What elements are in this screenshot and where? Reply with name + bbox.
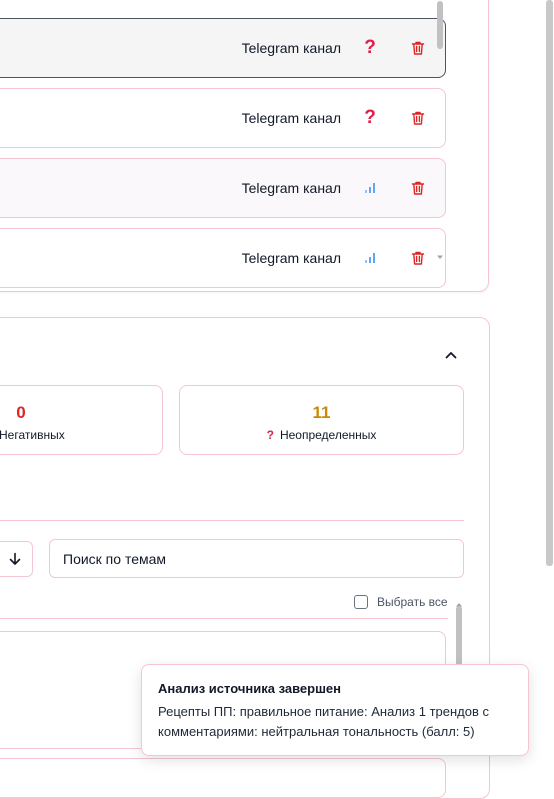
sources-scrollbar-thumb[interactable]: [437, 1, 443, 49]
question-icon: ?: [266, 428, 274, 442]
topics-scrollbar-thumb[interactable]: [456, 606, 462, 666]
page-scrollbar-thumb[interactable]: [546, 0, 553, 566]
scroll-down-arrow[interactable]: [436, 248, 444, 259]
negative-stat-box: 0 Негативных: [0, 385, 163, 455]
source-type-label: Telegram канал: [241, 110, 341, 126]
topic-card[interactable]: [0, 758, 446, 798]
source-row[interactable]: Telegram канал ?: [0, 18, 446, 78]
sources-card: Telegram канал ? Telegram канал ? Telegr…: [0, 0, 489, 292]
undefined-label-wrap: ? Неопределенных: [180, 428, 463, 442]
select-all-label: Выбрать все: [377, 595, 448, 609]
scroll-up-arrow[interactable]: [455, 596, 463, 607]
negative-label: Негативных: [0, 428, 65, 442]
select-all-control[interactable]: Выбрать все: [354, 594, 448, 610]
topic-search-input[interactable]: [49, 539, 464, 578]
question-icon: ?: [364, 107, 376, 128]
sort-button[interactable]: [0, 541, 33, 577]
source-row[interactable]: Telegram канал ?: [0, 88, 446, 148]
source-row[interactable]: Telegram канал: [0, 158, 446, 218]
undefined-label: Неопределенных: [279, 428, 377, 442]
source-type-label: Telegram канал: [241, 40, 341, 56]
toast-body: Рецепты ПП: правильное питание: Анализ 1…: [158, 704, 489, 739]
trash-icon[interactable]: [410, 110, 426, 126]
undefined-count: 11: [312, 403, 331, 422]
section-divider: [0, 520, 464, 521]
toast-title: Анализ источника завершен: [158, 681, 341, 696]
source-type-label: Telegram канал: [241, 250, 341, 266]
question-icon: ?: [364, 37, 376, 58]
negative-count: 0: [16, 403, 26, 422]
notification-toast: Анализ источника завершен Рецепты ПП: пр…: [141, 664, 529, 756]
arrow-down-icon: [9, 552, 21, 565]
trash-icon[interactable]: [410, 250, 426, 266]
source-type-label: Telegram канал: [241, 180, 341, 196]
source-row[interactable]: Telegram канал: [0, 228, 446, 288]
chevron-up-icon[interactable]: [444, 348, 458, 362]
undefined-stat-box: 11 ? Неопределенных: [179, 385, 464, 455]
select-all-checkbox[interactable]: [354, 595, 368, 609]
trash-icon[interactable]: [410, 180, 426, 196]
bar-chart-icon: [362, 249, 378, 267]
trash-icon[interactable]: [410, 40, 426, 56]
list-divider: [0, 618, 448, 619]
bar-chart-icon: [362, 179, 378, 197]
